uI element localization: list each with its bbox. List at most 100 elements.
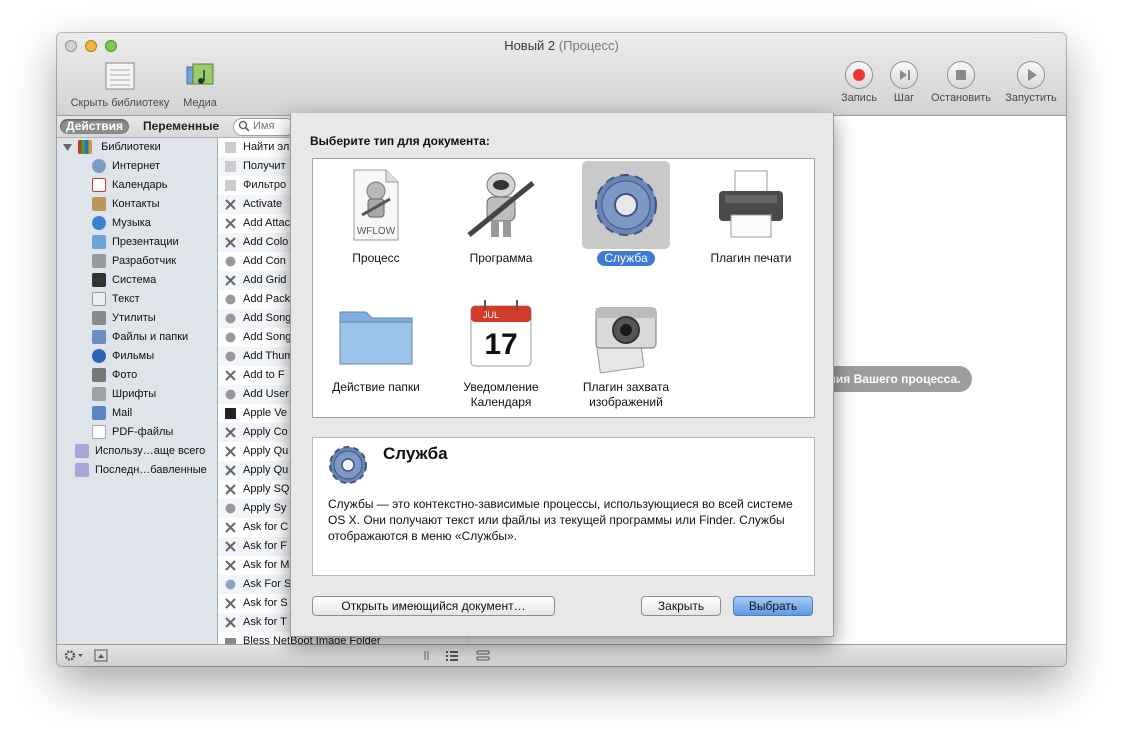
- library-item-label: Текст: [112, 293, 140, 305]
- close-button[interactable]: Закрыть: [641, 596, 721, 616]
- stop-icon: [956, 70, 966, 80]
- camera-icon: [595, 307, 657, 374]
- library-item[interactable]: Текст: [92, 290, 140, 309]
- window-title-name: Новый 2: [504, 38, 556, 53]
- library-item-label: Музыка: [112, 217, 151, 229]
- library-item[interactable]: Система: [92, 271, 156, 290]
- type-description-panel: Служба Службы — это контекстно-зависимые…: [312, 437, 815, 576]
- speech-icon: [225, 579, 236, 590]
- type-service[interactable]: Служба: [567, 161, 685, 266]
- description-text: Службы — это контекстно-зависимые процес…: [328, 497, 793, 543]
- type-print-plugin[interactable]: Плагин печати: [692, 165, 810, 266]
- smart-folder-icon: [75, 463, 89, 478]
- action-label: Ask for F: [243, 540, 288, 552]
- stop-button[interactable]: Остановить: [928, 61, 994, 104]
- utilities-icon: [225, 236, 236, 248]
- open-existing-button[interactable]: Открыть имеющийся документ…: [312, 596, 555, 616]
- library-item[interactable]: Контакты: [92, 195, 160, 214]
- utilities-icon: [225, 540, 236, 552]
- run-label: Запустить: [1005, 92, 1057, 104]
- library-item[interactable]: Утилиты: [92, 309, 156, 328]
- description-toggle-icon[interactable]: [94, 648, 108, 663]
- photos-icon: [92, 368, 106, 383]
- utilities-icon: [225, 483, 236, 495]
- library-item[interactable]: Файлы и папки: [92, 328, 188, 347]
- type-calendar-alarm[interactable]: JUL 17 Уведомление Календаря: [442, 294, 560, 410]
- gear-menu-icon[interactable]: [63, 648, 85, 663]
- action-label: Ask for M: [243, 559, 290, 571]
- workflow-icon-text: WFLOW: [357, 226, 396, 237]
- utilities-icon: [225, 274, 236, 286]
- description-title: Служба: [383, 444, 448, 463]
- library-item-label: Разработчик: [112, 255, 177, 267]
- type-application[interactable]: Программа: [442, 165, 560, 266]
- action-label: Apple Ve: [243, 407, 288, 419]
- library-item[interactable]: Шрифты: [92, 385, 156, 404]
- hide-library-button[interactable]: Скрыть библиотеку: [65, 61, 175, 109]
- library-item[interactable]: Mail: [92, 404, 132, 423]
- media-button[interactable]: Медиа: [179, 61, 221, 109]
- action-label: Add to F: [243, 369, 285, 381]
- calendar-month-text: JUL: [483, 310, 499, 320]
- developer-icon: [92, 254, 106, 269]
- library-item[interactable]: Презентации: [92, 233, 179, 252]
- fonts-icon: [92, 387, 106, 402]
- library-item[interactable]: Разработчик: [92, 252, 176, 271]
- type-label: Программа: [469, 251, 533, 265]
- library-item[interactable]: Интернет: [92, 157, 160, 176]
- presentation-icon: [92, 235, 106, 250]
- automator-robot-icon: [467, 172, 535, 237]
- library-item-label: Mail: [112, 407, 133, 419]
- library-item[interactable]: Фото: [92, 366, 137, 385]
- list-view-icon[interactable]: [444, 648, 460, 663]
- document-type-grid: WFLOW Процесс Программа Служба Плагин пе…: [312, 158, 815, 418]
- sheet-heading: Выберите тип для документа:: [310, 134, 490, 148]
- library-item-label: Фото: [112, 369, 138, 381]
- action-label: Add Song: [243, 331, 292, 343]
- libraries-icon: [78, 140, 93, 155]
- music-icon: [92, 216, 106, 231]
- disclosure-triangle-icon: [63, 143, 72, 151]
- choose-button[interactable]: Выбрать: [733, 596, 813, 616]
- action-label: Add User: [243, 388, 289, 400]
- type-image-capture-plugin[interactable]: Плагин захвата изображений: [567, 294, 685, 410]
- library-item[interactable]: Календарь: [92, 176, 168, 195]
- library-icon: [105, 62, 135, 90]
- gear-icon: [595, 174, 657, 236]
- media-icon: [186, 63, 214, 85]
- library-root[interactable]: Библиотеки: [63, 138, 161, 157]
- library-item-label: Утилиты: [112, 312, 156, 324]
- automator-icon: [225, 332, 236, 343]
- run-button[interactable]: Запустить: [1001, 61, 1061, 104]
- library-item[interactable]: PDF-файлы: [92, 423, 173, 442]
- action-label: Получит: [243, 160, 286, 172]
- utilities-icon: [225, 559, 236, 571]
- record-button[interactable]: Запись: [837, 61, 881, 104]
- utilities-icon: [225, 597, 236, 609]
- tab-actions[interactable]: Действия: [60, 119, 130, 134]
- netboot-icon: [225, 637, 236, 644]
- action-icon: [225, 141, 236, 153]
- action-label: Activate: [243, 198, 283, 210]
- workflow-document-icon: WFLOW: [353, 169, 399, 241]
- type-folder-action[interactable]: Действие папки: [317, 294, 435, 395]
- library-smart-group[interactable]: Использу…аще всего: [75, 442, 205, 461]
- type-label: Плагин захвата изображений: [582, 380, 670, 409]
- tab-variables[interactable]: Переменные: [137, 119, 225, 134]
- action-icon: [225, 160, 236, 172]
- movies-icon: [92, 349, 106, 364]
- contacts-icon: [92, 197, 106, 212]
- type-workflow[interactable]: WFLOW Процесс: [317, 165, 435, 266]
- library-item[interactable]: Музыка: [92, 214, 151, 233]
- automator-icon: [225, 313, 236, 324]
- library-item[interactable]: Фильмы: [92, 347, 154, 366]
- action-label: Ask for C: [243, 521, 289, 533]
- record-label: Запись: [840, 92, 878, 104]
- log-view-icon[interactable]: [475, 648, 491, 663]
- window-title-subtitle: (Процесс): [558, 38, 619, 53]
- library-search-input[interactable]: Имя: [233, 118, 295, 136]
- resize-handle-icon[interactable]: [423, 648, 431, 663]
- library-smart-group[interactable]: Последн…бавленные: [75, 461, 207, 480]
- utilities-icon: [225, 464, 236, 476]
- step-button[interactable]: Шаг: [887, 61, 921, 104]
